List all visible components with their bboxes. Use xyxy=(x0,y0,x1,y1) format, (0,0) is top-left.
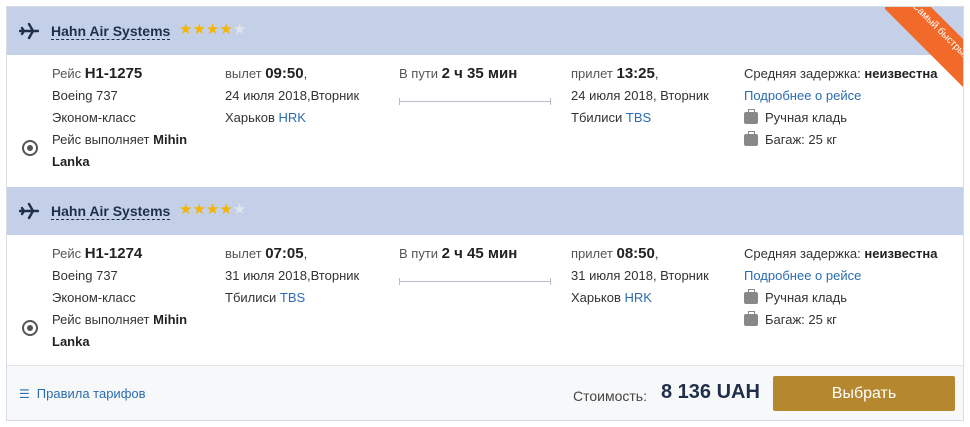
departure-time: 07:05 xyxy=(265,245,304,262)
departure-airport-code[interactable]: HRK xyxy=(279,110,306,125)
select-button[interactable]: Выбрать xyxy=(773,376,955,411)
baggage-label: Багаж: 25 кг xyxy=(765,132,837,147)
aircraft: Boeing 737 xyxy=(52,88,118,103)
flight-offer-card: Hahn Air Systems ★★★★★ Самый быстрый Рей… xyxy=(6,6,964,421)
flight-segment: Рейс H1-1274 Boeing 737 Эконом-класс Рей… xyxy=(7,235,963,367)
hand-luggage-row: Ручная кладь xyxy=(744,107,959,129)
departure-city: Тбилиси xyxy=(225,290,277,305)
departure-info: вылет 07:05, 31 июля 2018,Вторник Тбилис… xyxy=(225,243,385,309)
plane-icon xyxy=(19,22,39,40)
hand-luggage-icon xyxy=(744,289,758,304)
duration-label: В пути xyxy=(399,66,439,81)
operated-by-label: Рейс выполняет xyxy=(52,132,150,147)
departure-city: Харьков xyxy=(225,110,275,125)
operator-name-cont: Lanka xyxy=(52,154,90,169)
delay-label: Средняя задержка: xyxy=(744,246,861,261)
star-icon: ★ xyxy=(205,201,220,218)
arrival-city: Тбилиси xyxy=(571,110,623,125)
arrival-time: 13:25 xyxy=(616,65,655,82)
flight-details-link[interactable]: Подробнее о рейсе xyxy=(744,265,959,287)
baggage-row: Багаж: 25 кг xyxy=(744,309,959,331)
arrival-airport-code[interactable]: TBS xyxy=(626,110,651,125)
rating-stars: ★★★★★ xyxy=(179,21,246,39)
route-line xyxy=(399,278,551,285)
duration-label: В пути xyxy=(399,246,439,261)
airline-name[interactable]: Hahn Air Systems xyxy=(51,23,171,40)
flight-info: Рейс H1-1274 Boeing 737 Эконом-класс Рей… xyxy=(52,243,212,353)
departure-label: вылет xyxy=(225,246,262,261)
duration-info: В пути 2 ч 45 мин xyxy=(399,243,559,265)
segment-radio[interactable] xyxy=(22,320,38,336)
arrival-label: прилет xyxy=(571,246,613,261)
hand-luggage-label: Ручная кладь xyxy=(765,290,848,305)
departure-date: 24 июля 2018,Вторник xyxy=(225,88,360,103)
list-icon: ☰ xyxy=(19,386,30,401)
arrival-info: прилет 08:50, 31 июля 2018, Вторник Харь… xyxy=(571,243,741,309)
airline-name[interactable]: Hahn Air Systems xyxy=(51,203,171,220)
airline-header: Hahn Air Systems ★★★★★ xyxy=(7,187,963,235)
baggage-row: Багаж: 25 кг xyxy=(744,129,959,151)
flight-number: H1-1275 xyxy=(84,65,143,82)
baggage-icon xyxy=(744,311,758,326)
flight-label: Рейс xyxy=(52,66,82,81)
operated-by-label: Рейс выполняет xyxy=(52,312,150,327)
arrival-airport-code[interactable]: HRK xyxy=(625,290,652,305)
operator-name: Mihin xyxy=(153,312,188,327)
route-line xyxy=(399,98,551,105)
duration-info: В пути 2 ч 35 мин xyxy=(399,63,559,85)
duration-value: 2 ч 45 мин xyxy=(441,245,518,262)
star-icon: ★ xyxy=(192,201,206,218)
flight-details-link[interactable]: Подробнее о рейсе xyxy=(744,85,959,107)
arrival-city: Харьков xyxy=(571,290,621,305)
rating-stars: ★★★★★ xyxy=(179,201,246,219)
baggage-label: Багаж: 25 кг xyxy=(765,312,837,327)
offer-footer: ☰ Правила тарифов Стоимость: 8 136 UAH В… xyxy=(7,365,963,420)
departure-info: вылет 09:50, 24 июля 2018,Вторник Харько… xyxy=(225,63,385,129)
cabin-class: Эконом-класс xyxy=(52,110,136,125)
arrival-date: 24 июля 2018, Вторник xyxy=(571,88,709,103)
fare-rules-label: Правила тарифов xyxy=(36,386,146,401)
airline-header: Hahn Air Systems ★★★★★ Самый быстрый xyxy=(7,7,963,87)
star-icon: ★ xyxy=(192,21,206,38)
fare-rules-link[interactable]: ☰ Правила тарифов xyxy=(19,386,146,401)
total-price: 8 136 UAH xyxy=(661,381,760,403)
aircraft: Boeing 737 xyxy=(52,268,118,283)
arrival-time: 08:50 xyxy=(616,245,655,262)
departure-date: 31 июля 2018,Вторник xyxy=(225,268,360,283)
star-icon: ★ xyxy=(219,201,233,218)
hand-luggage-label: Ручная кладь xyxy=(765,110,848,125)
hand-luggage-icon xyxy=(744,109,758,124)
extra-info: Средняя задержка: неизвестна Подробнее о… xyxy=(744,243,959,331)
segment-radio[interactable] xyxy=(22,140,38,156)
operator-name: Mihin xyxy=(153,132,188,147)
star-icon: ★ xyxy=(219,21,233,38)
star-empty-icon: ★ xyxy=(232,21,247,38)
hand-luggage-row: Ручная кладь xyxy=(744,287,959,309)
flight-label: Рейс xyxy=(52,246,82,261)
baggage-icon xyxy=(744,131,758,146)
flight-number: H1-1274 xyxy=(84,245,143,262)
star-icon: ★ xyxy=(205,21,220,38)
departure-label: вылет xyxy=(225,66,262,81)
operator-name-cont: Lanka xyxy=(52,334,90,349)
departure-time: 09:50 xyxy=(265,65,304,82)
plane-icon xyxy=(19,202,39,220)
duration-value: 2 ч 35 мин xyxy=(441,65,518,82)
star-empty-icon: ★ xyxy=(232,201,247,218)
delay-label: Средняя задержка: xyxy=(744,66,861,81)
star-icon: ★ xyxy=(179,201,193,218)
flight-segment: Рейс H1-1275 Boeing 737 Эконом-класс Рей… xyxy=(7,55,963,187)
arrival-date: 31 июля 2018, Вторник xyxy=(571,268,709,283)
cabin-class: Эконом-класс xyxy=(52,290,136,305)
extra-info: Средняя задержка: неизвестна Подробнее о… xyxy=(744,63,959,151)
star-icon: ★ xyxy=(179,21,193,38)
arrival-label: прилет xyxy=(571,66,613,81)
cost-label: Стоимость: xyxy=(573,388,647,404)
departure-airport-code[interactable]: TBS xyxy=(280,290,305,305)
delay-value: неизвестна xyxy=(864,246,938,261)
delay-value: неизвестна xyxy=(864,66,938,81)
arrival-info: прилет 13:25, 24 июля 2018, Вторник Тбил… xyxy=(571,63,741,129)
flight-info: Рейс H1-1275 Boeing 737 Эконом-класс Рей… xyxy=(52,63,212,173)
